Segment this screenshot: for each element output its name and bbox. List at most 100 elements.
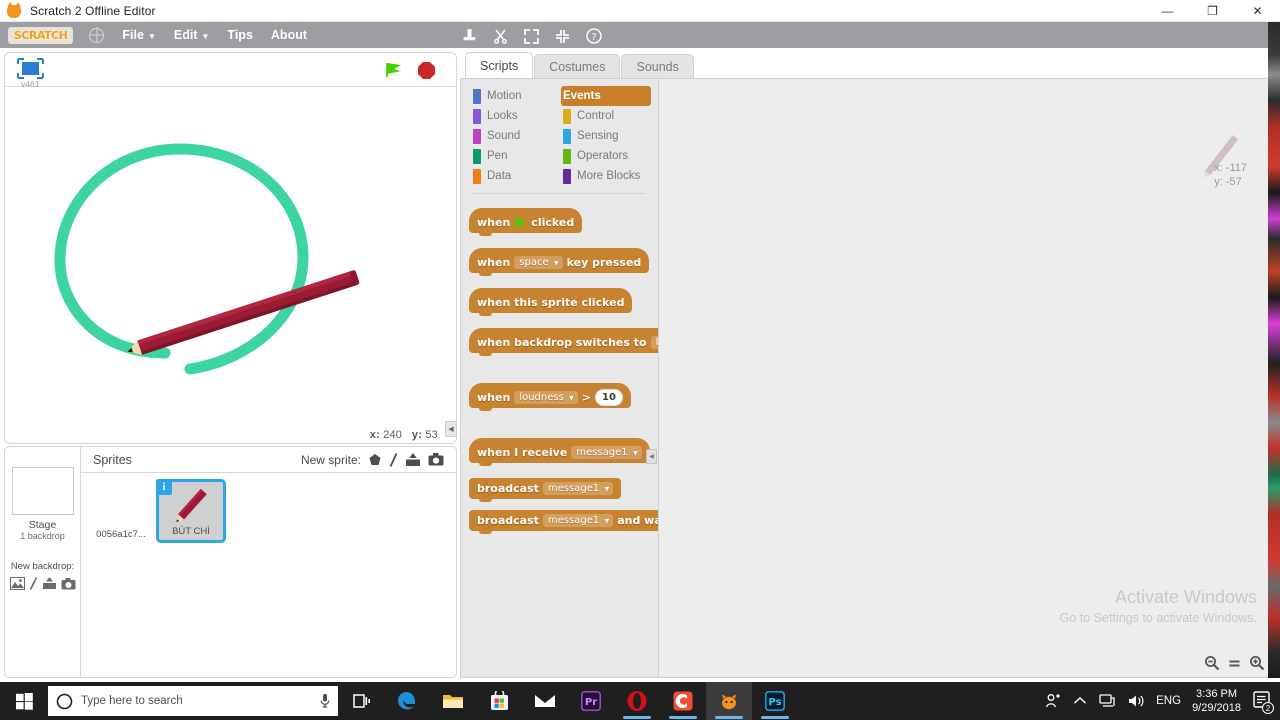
category-control[interactable]: Control [561,106,651,126]
mouse-coordinates: x: 240 y: 53 [370,429,438,441]
palette-block-broadcast-and-wait[interactable]: broadcast message1 and wait [469,510,658,534]
scratch-icon[interactable] [706,682,752,720]
backdrop-dropdown[interactable]: backd [650,336,658,349]
block-text: and wait [617,514,658,527]
photoshop-icon[interactable]: Ps [752,682,798,720]
key-dropdown[interactable]: space [514,256,563,269]
shrink-icon[interactable] [555,29,570,44]
tab-costumes[interactable]: Costumes [534,54,621,79]
menu-about[interactable]: About [271,28,307,42]
category-pen[interactable]: Pen [471,146,561,166]
search-input[interactable]: Type here to search [48,686,338,716]
palette-block-broadcast[interactable]: broadcast message1 [469,478,658,502]
upload-sprite-icon[interactable] [405,452,421,467]
close-button[interactable]: ✕ [1235,0,1280,22]
block-text: when this sprite clicked [477,296,625,309]
sprite-tile-but-chi[interactable]: i BÚT CHÌ [156,479,226,543]
camtasia-icon[interactable] [660,682,706,720]
grow-icon[interactable] [524,28,539,44]
premiere-pro-icon[interactable]: Pr [568,682,614,720]
collapse-stage-arrow[interactable]: ◀ [445,421,457,437]
message-dropdown[interactable]: message1 [542,482,614,495]
category-motion[interactable]: Motion [471,86,561,106]
people-icon[interactable] [1044,692,1062,710]
microsoft-edge-icon[interactable] [384,682,430,720]
palette-block-when-key-pressed[interactable]: when space key pressed [469,248,658,276]
block-text: clicked [531,216,575,229]
palette-block-when-sprite-clicked[interactable]: when this sprite clicked [469,288,658,316]
volume-icon[interactable] [1127,693,1145,709]
cut-icon[interactable] [493,28,508,44]
opera-icon[interactable] [614,682,660,720]
palette-block-when-loudness-greater[interactable]: when loudness > 10 [469,383,658,411]
sprite-tile-0056a1c7[interactable]: 0056a1c7... [86,479,156,543]
tab-sounds[interactable]: Sounds [621,54,694,79]
category-operators[interactable]: Operators [561,146,651,166]
stage-drawing [54,143,360,375]
mouse-y-value: 53 [425,429,438,441]
palette-block-when-backdrop-switches[interactable]: when backdrop switches to backd [469,328,658,356]
minimize-button[interactable]: — [1145,0,1190,22]
stop-sign-icon[interactable] [417,61,436,80]
file-explorer-icon[interactable] [430,682,476,720]
message-dropdown[interactable]: message1 [542,514,614,527]
category-label: Control [577,110,615,122]
category-sensing[interactable]: Sensing [561,126,651,146]
task-view-icon[interactable] [338,682,384,720]
clock-date: 9/29/2018 [1192,702,1241,714]
choose-sprite-icon[interactable] [368,453,382,467]
menu-tips[interactable]: Tips [227,28,252,42]
category-data[interactable]: Data [471,166,561,186]
threshold-input[interactable]: 10 [595,389,623,406]
category-more-blocks[interactable]: More Blocks [561,166,651,186]
block-text: when [477,391,511,404]
clock[interactable]: 3:36 PM 9/29/2018 [1192,687,1241,715]
network-icon[interactable] [1098,693,1116,709]
maximize-restore-button[interactable]: ❐ [1190,0,1235,22]
message-dropdown[interactable]: message1 [571,446,642,459]
help-icon[interactable]: ? [586,28,602,44]
presentation-mode-icon[interactable] [17,58,44,79]
upload-backdrop-icon[interactable] [42,577,57,590]
stage-canvas[interactable] [5,87,456,425]
paint-sprite-icon[interactable] [389,452,398,467]
scratch-logo[interactable]: SCRATCH [8,26,74,44]
sprite-info-icon[interactable]: i [156,479,172,495]
zoom-out-icon[interactable] [1204,655,1220,671]
sprites-title: Sprites [93,452,132,467]
zoom-in-icon[interactable] [1249,655,1265,671]
category-sound[interactable]: Sound [471,126,561,146]
microphone-icon[interactable] [320,693,330,709]
menu-file[interactable]: File ▼ [122,28,155,42]
scripts-canvas[interactable]: x: -117 y: -57 when clicked [659,79,1275,677]
category-events[interactable]: Events [561,86,651,106]
camera-sprite-icon[interactable] [428,453,444,466]
mail-icon[interactable] [522,682,568,720]
category-label: Events [563,90,601,102]
mouse-x-value: 240 [383,429,403,441]
palette-block-when-flag-clicked[interactable]: when clicked [469,208,658,236]
chevron-down-icon: ▼ [147,31,156,41]
new-backdrop-library-icon[interactable] [9,577,25,590]
action-center-icon[interactable]: 2 [1252,690,1274,714]
zoom-reset-icon[interactable] [1228,657,1241,670]
category-looks[interactable]: Looks [471,106,561,126]
loudness-dropdown[interactable]: loudness [514,391,578,404]
language-indicator[interactable]: ENG [1156,695,1181,707]
show-hidden-icons-icon[interactable] [1073,696,1087,706]
paint-backdrop-icon[interactable] [29,577,38,590]
microsoft-store-icon[interactable] [476,682,522,720]
globe-icon[interactable] [89,27,105,43]
sprite-panel: Stage 1 backdrop New backdrop: Sprites N… [4,446,457,678]
palette-block-when-i-receive[interactable]: when I receive message1 [469,438,658,466]
windows-start-icon[interactable] [0,682,48,720]
category-label: Pen [487,150,508,162]
camera-backdrop-icon[interactable] [61,577,76,590]
green-flag-icon[interactable] [384,60,404,80]
menu-edit-label: Edit [173,28,198,42]
palette-scroll-handle[interactable]: ◀ [646,449,657,464]
tab-scripts[interactable]: Scripts [465,52,534,79]
stage-thumbnail[interactable] [11,467,74,515]
duplicate-icon[interactable] [462,28,477,44]
menu-edit[interactable]: Edit ▼ [174,28,210,42]
